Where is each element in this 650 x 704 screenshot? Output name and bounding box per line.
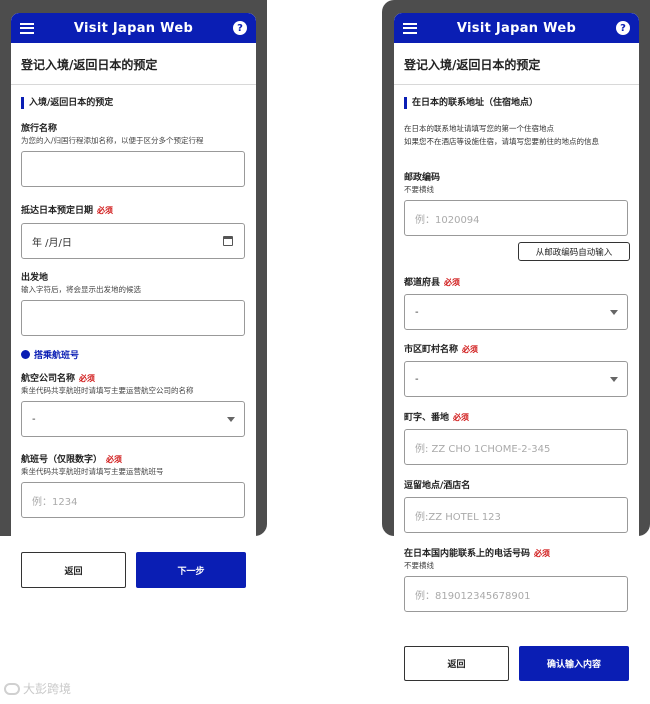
flight-number-hint: 乘坐代码共享航班时请填写主要运营航班号: [21, 467, 164, 476]
right-phone-frame: Visit Japan Web ? 登记入境/返回日本的预定 在日本的联系地址（…: [382, 0, 650, 553]
app-bar: Visit Japan Web ?: [394, 13, 639, 43]
prefecture-select[interactable]: -: [404, 294, 628, 330]
phone-number-label: 在日本国内能联系上的电话号码 必须: [404, 549, 551, 559]
postal-code-field: 邮政编码 不要横线 例：1020094: [404, 172, 629, 236]
help-icon[interactable]: ?: [232, 21, 247, 35]
airline-field: 航空公司名称 必须 乘坐代码共享航班时请填写主要运营航空公司的名称 -: [21, 373, 246, 437]
departure-hint: 输入字符后，将会显示出发地的候选: [21, 285, 141, 294]
trip-name-field: 旅行名称 为您的入/归国行程添加名称，以便于区分多个预定行程: [21, 123, 246, 187]
required-badge: 必须: [97, 206, 114, 215]
flight-number-field: 航班号（仅限数字） 必须 乘坐代码共享航班时请填写主要运营航班号 例：1234: [21, 454, 246, 518]
confirm-input-button[interactable]: 确认输入内容: [519, 646, 629, 681]
city-label: 市区町村名称 必须: [404, 345, 479, 355]
hotel-input[interactable]: 例:ZZ HOTEL 123: [404, 497, 628, 533]
app-bar: Visit Japan Web ?: [11, 13, 256, 43]
help-icon[interactable]: ?: [615, 21, 630, 35]
section-title: 在日本的联系地址（住宿地点）: [404, 97, 629, 109]
street-label: 町字、番地 必须: [404, 413, 470, 423]
autofill-from-postal-button[interactable]: 从邮政编码自动输入: [518, 242, 630, 261]
left-phone-frame: Visit Japan Web ? 登记入境/返回日本的预定 入境/返回日本的预…: [0, 0, 267, 553]
back-button[interactable]: 返回: [404, 646, 509, 681]
flight-number-input[interactable]: 例：1234: [21, 482, 245, 518]
postal-code-hint: 不要横线: [404, 185, 434, 194]
required-badge: 必须: [462, 345, 479, 354]
trip-name-hint: 为您的入/归国行程添加名称，以便于区分多个预定行程: [21, 136, 204, 145]
phone-number-field: 在日本国内能联系上的电话号码 必须 不要横线 例：819012345678901: [404, 548, 629, 612]
departure-label: 出发地: [21, 273, 49, 283]
phone-number-input[interactable]: 例：819012345678901: [404, 576, 628, 612]
menu-icon[interactable]: [20, 22, 34, 34]
city-field: 市区町村名称 必须 -: [404, 344, 629, 397]
street-field: 町字、番地 必须 例: ZZ CHO 1CHOME-2-345: [404, 412, 629, 465]
required-badge: 必须: [444, 278, 461, 287]
section-title: 入境/返回日本的预定: [21, 97, 246, 109]
phone-number-hint: 不要横线: [404, 561, 434, 570]
arrival-date-input[interactable]: 年 /月/日: [21, 223, 245, 259]
required-badge: 必须: [106, 455, 123, 464]
postal-code-label: 邮政编码: [404, 173, 441, 183]
postal-code-input[interactable]: 例：1020094: [404, 200, 628, 236]
street-input[interactable]: 例: ZZ CHO 1CHOME-2-345: [404, 429, 628, 465]
required-badge: 必须: [453, 413, 470, 422]
airline-hint: 乘坐代码共享航班时请填写主要运营航空公司的名称: [21, 386, 194, 395]
prefecture-field: 都道府县 必须 -: [404, 277, 629, 330]
watermark-logo-icon: [4, 682, 20, 695]
bullet-icon: [21, 350, 30, 359]
page-title: 登记入境/返回日本的预定: [11, 43, 256, 85]
required-badge: 必须: [534, 549, 551, 558]
chevron-down-icon: [610, 310, 618, 315]
left-screen: Visit Japan Web ? 登记入境/返回日本的预定 入境/返回日本的预…: [11, 13, 256, 553]
required-badge: 必须: [79, 374, 96, 383]
prefecture-label: 都道府县 必须: [404, 278, 461, 288]
chevron-down-icon: [610, 377, 618, 382]
calendar-icon[interactable]: [223, 236, 233, 246]
departure-field: 出发地 输入字符后，将会显示出发地的候选: [21, 272, 246, 336]
departure-input[interactable]: [21, 300, 245, 336]
chevron-down-icon: [227, 417, 235, 422]
right-screen: Visit Japan Web ? 登记入境/返回日本的预定 在日本的联系地址（…: [394, 13, 639, 553]
app-title: Visit Japan Web: [456, 20, 577, 36]
trip-name-input[interactable]: [21, 151, 245, 187]
flight-section-title: 搭乘航班号: [21, 348, 79, 361]
trip-name-label: 旅行名称: [21, 124, 58, 134]
city-select[interactable]: -: [404, 361, 628, 397]
date-placeholder: 年 /月/日: [32, 237, 72, 249]
page-title: 登记入境/返回日本的预定: [394, 43, 639, 85]
flight-number-label: 航班号（仅限数字） 必须: [21, 455, 123, 465]
menu-icon[interactable]: [403, 22, 417, 34]
app-title: Visit Japan Web: [73, 20, 194, 36]
airline-select[interactable]: -: [21, 401, 245, 437]
hotel-label: 逗留地点/酒店名: [404, 481, 471, 491]
hotel-field: 逗留地点/酒店名 例:ZZ HOTEL 123: [404, 480, 629, 533]
back-button[interactable]: 返回: [21, 552, 126, 588]
airline-label: 航空公司名称 必须: [21, 374, 96, 384]
watermark: 大彭跨境: [4, 680, 71, 697]
address-description: 在日本的联系地址请填写您的第一个住宿地点 如果您不在酒店等设施住宿，请填写您要前…: [404, 124, 599, 146]
arrival-date-label: 抵达日本预定日期 必须: [21, 206, 114, 216]
next-button[interactable]: 下一步: [136, 552, 246, 588]
arrival-date-field: 抵达日本预定日期 必须 年 /月/日: [21, 205, 246, 259]
